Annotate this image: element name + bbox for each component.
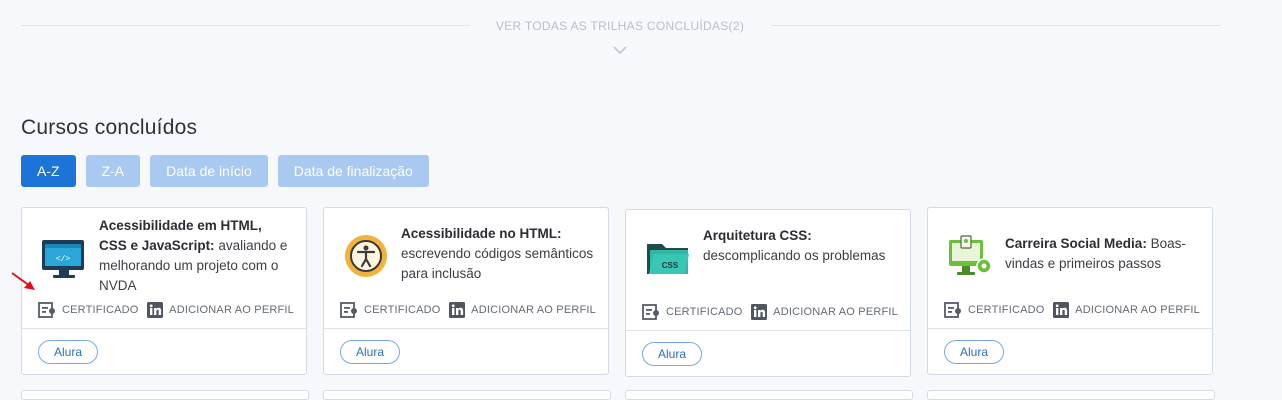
course-card[interactable] xyxy=(625,390,913,400)
certificate-icon xyxy=(642,304,659,320)
card-divider xyxy=(22,328,306,329)
css-folder-icon: CSS xyxy=(647,244,689,274)
linkedin-icon xyxy=(449,302,466,318)
add-to-profile-link[interactable]: ADICIONAR AO PERFIL xyxy=(147,302,294,318)
sort-az-button[interactable]: A-Z xyxy=(21,155,76,187)
course-card[interactable] xyxy=(323,390,611,400)
course-title[interactable]: Arquitetura CSS: descomplicando os probl… xyxy=(703,226,896,266)
category-tag[interactable]: Alura xyxy=(38,340,99,364)
category-tag[interactable]: Alura xyxy=(944,340,1005,364)
linkedin-icon xyxy=(751,304,768,320)
card-divider xyxy=(626,330,910,331)
add-to-profile-link[interactable]: ADICIONAR AO PERFIL xyxy=(1053,302,1200,318)
course-card[interactable]: CSS Arquitetura CSS: descomplicando os p… xyxy=(625,209,911,377)
add-to-profile-link[interactable]: ADICIONAR AO PERFIL xyxy=(751,304,898,320)
sort-bar: A-Z Z-A Data de início Data de finalizaç… xyxy=(21,155,429,187)
certificate-icon xyxy=(38,302,55,318)
svg-text:</>: </> xyxy=(56,255,71,264)
course-title[interactable]: Carreira Social Media: Boas-vindas e pri… xyxy=(1005,234,1198,274)
card-divider xyxy=(324,328,608,329)
section-title: Cursos concluídos xyxy=(21,116,198,139)
course-title[interactable]: Acessibilidade no HTML: escrevendo códig… xyxy=(401,224,594,284)
certificate-link[interactable]: CERTIFICADO xyxy=(642,304,743,320)
accessibility-person-icon xyxy=(345,235,387,277)
course-card[interactable]: Carreira Social Media: Boas-vindas e pri… xyxy=(927,207,1213,375)
svg-text:CSS: CSS xyxy=(662,261,679,270)
chevron-down-icon[interactable] xyxy=(612,44,628,56)
divider-left xyxy=(21,25,470,26)
sort-za-button[interactable]: Z-A xyxy=(85,155,141,187)
social-media-monitor-icon xyxy=(949,235,992,275)
html-code-monitor-icon: </> xyxy=(42,240,84,278)
certificate-link[interactable]: CERTIFICADO xyxy=(38,302,139,318)
category-tag[interactable]: Alura xyxy=(340,340,401,364)
certificate-icon xyxy=(944,302,961,318)
course-card[interactable]: </> Acessibilidade em HTML, CSS e JavaSc… xyxy=(21,207,307,375)
course-card[interactable] xyxy=(927,390,1215,400)
red-arrow-annotation-icon xyxy=(11,272,35,290)
sort-end-date-button[interactable]: Data de finalização xyxy=(277,155,429,187)
certificate-link[interactable]: CERTIFICADO xyxy=(944,302,1045,318)
add-to-profile-link[interactable]: ADICIONAR AO PERFIL xyxy=(449,302,596,318)
course-title[interactable]: Acessibilidade em HTML, CSS e JavaScript… xyxy=(99,216,292,296)
sort-start-date-button[interactable]: Data de início xyxy=(150,155,268,187)
category-tag[interactable]: Alura xyxy=(642,342,703,366)
certificate-icon xyxy=(340,302,357,318)
course-card[interactable] xyxy=(21,390,309,400)
certificate-link[interactable]: CERTIFICADO xyxy=(340,302,441,318)
linkedin-icon xyxy=(147,302,164,318)
linkedin-icon xyxy=(1053,302,1070,318)
see-all-completed-tracks-link[interactable]: VER TODAS AS TRILHAS CONCLUÍDAS(2) xyxy=(470,19,770,33)
card-divider xyxy=(928,328,1212,329)
course-card[interactable]: Acessibilidade no HTML: escrevendo códig… xyxy=(323,207,609,375)
divider-right xyxy=(771,25,1221,26)
